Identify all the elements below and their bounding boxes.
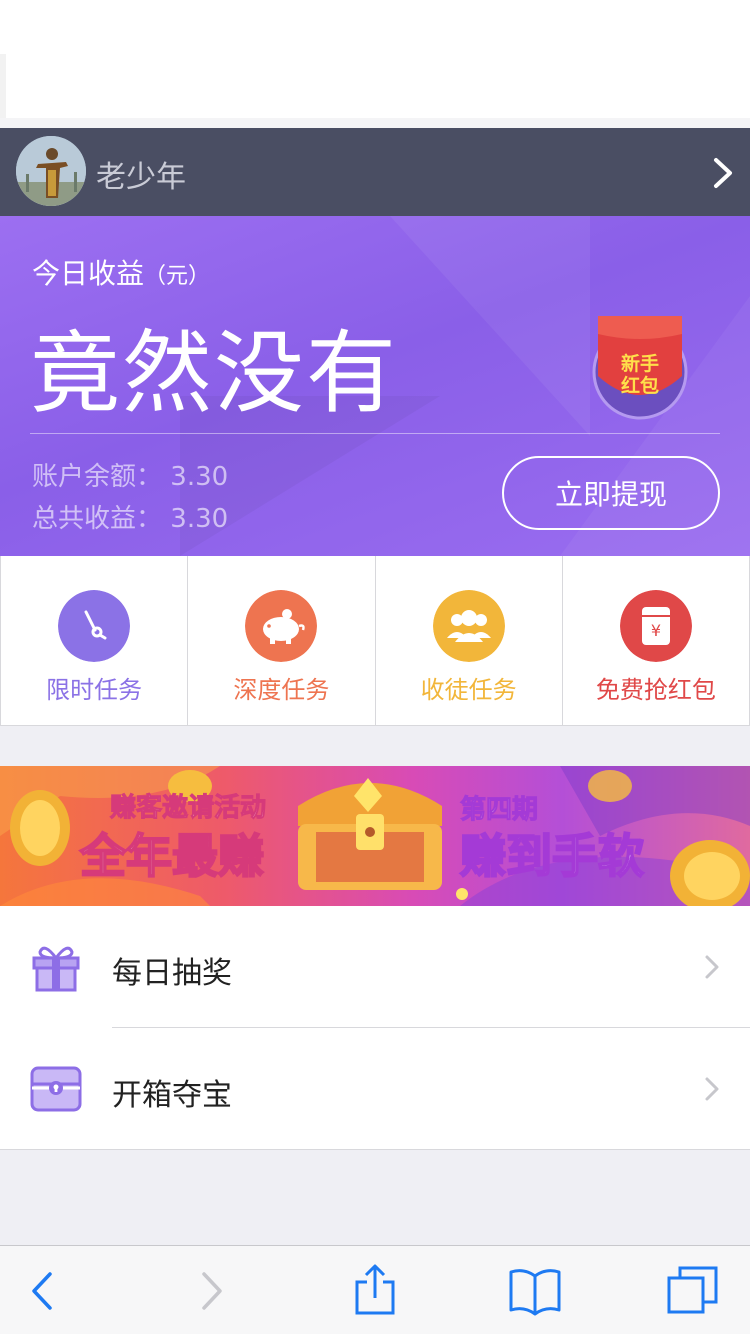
promo-banner[interactable]: 赚客邀请活动 全年最赚 第四期 赚到手软 bbox=[0, 766, 750, 906]
red-envelope-icon: ¥ bbox=[619, 590, 692, 662]
earnings-unit: （元） bbox=[144, 264, 211, 289]
withdraw-button[interactable]: 立即提现 bbox=[502, 456, 720, 530]
total-earnings: 总共收益： 3.30 bbox=[32, 498, 228, 535]
red-packet-text-2: 红包 bbox=[621, 374, 659, 397]
task-label: 限时任务 bbox=[46, 676, 143, 704]
forward-icon[interactable] bbox=[184, 1264, 238, 1318]
new-user-red-packet-icon[interactable]: 新手 红包 bbox=[590, 310, 690, 420]
share-icon[interactable] bbox=[348, 1264, 402, 1318]
task-label: 免费抢红包 bbox=[595, 676, 716, 704]
earnings-title: 今日收益（元） bbox=[32, 252, 210, 292]
earnings-title-text: 今日收益 bbox=[32, 257, 145, 290]
left-edge-shade bbox=[0, 54, 6, 118]
list-item-treasure-box[interactable]: 开箱夺宝 bbox=[0, 1028, 750, 1150]
user-profile-bar[interactable]: 老少年 bbox=[0, 128, 750, 216]
banner-text-layer: 赚客邀请活动 全年最赚 第四期 赚到手软 bbox=[78, 792, 645, 885]
task-label: 收徒任务 bbox=[420, 676, 517, 704]
total-value: 3.30 bbox=[170, 504, 229, 534]
back-icon[interactable] bbox=[16, 1264, 70, 1318]
top-divider-strip bbox=[0, 118, 750, 128]
avatar bbox=[16, 136, 86, 206]
menu-label: 每日抽奖 bbox=[112, 956, 232, 991]
list-item-daily-lottery[interactable]: 每日抽奖 bbox=[0, 906, 750, 1028]
treasure-box-icon bbox=[30, 1066, 82, 1112]
red-packet-text-1: 新手 bbox=[621, 352, 659, 375]
chevron-right-icon bbox=[714, 158, 732, 188]
gift-icon bbox=[32, 946, 80, 992]
account-balance: 账户余额： 3.30 bbox=[32, 456, 228, 493]
task-deep[interactable]: 深度任务 bbox=[188, 556, 376, 725]
earnings-amount: 竟然没有 bbox=[30, 321, 398, 426]
svg-text:¥: ¥ bbox=[651, 621, 661, 640]
balance-label: 账户余额： bbox=[32, 462, 163, 492]
banner-subtitle-left: 赚客邀请活动 bbox=[110, 792, 266, 823]
username: 老少年 bbox=[96, 160, 186, 195]
task-recruit[interactable]: 收徒任务 bbox=[376, 556, 563, 725]
piggy-bank-icon bbox=[245, 590, 318, 662]
top-blank-area bbox=[0, 0, 750, 128]
menu-label: 开箱夺宝 bbox=[112, 1078, 232, 1113]
task-grid: 限时任务 深度任务 收徒任务 ¥ 免费抢红包 bbox=[0, 556, 750, 726]
chevron-right-icon bbox=[705, 1077, 719, 1101]
banner-subtitle-right: 第四期 bbox=[460, 794, 538, 825]
feature-menu: 每日抽奖 开箱夺宝 bbox=[0, 906, 750, 1150]
tabs-icon[interactable] bbox=[666, 1264, 720, 1318]
clock-icon bbox=[58, 590, 131, 662]
earnings-divider bbox=[30, 433, 720, 434]
task-label: 深度任务 bbox=[233, 676, 330, 704]
balance-value: 3.30 bbox=[170, 462, 229, 492]
users-icon bbox=[432, 590, 505, 662]
browser-toolbar bbox=[0, 1245, 750, 1334]
earnings-card: 今日收益（元） 竟然没有 新手 红包 账户余额： 3.30 总共收益： 3.30… bbox=[0, 216, 750, 556]
bookmarks-icon[interactable] bbox=[508, 1264, 562, 1318]
banner-title-right: 赚到手软 bbox=[460, 829, 644, 883]
task-free-red-packet[interactable]: ¥ 免费抢红包 bbox=[563, 556, 750, 725]
banner-title-left: 全年最赚 bbox=[79, 829, 264, 883]
task-limited-time[interactable]: 限时任务 bbox=[0, 556, 189, 725]
total-label: 总共收益： bbox=[32, 504, 163, 534]
chevron-right-icon bbox=[705, 955, 719, 979]
